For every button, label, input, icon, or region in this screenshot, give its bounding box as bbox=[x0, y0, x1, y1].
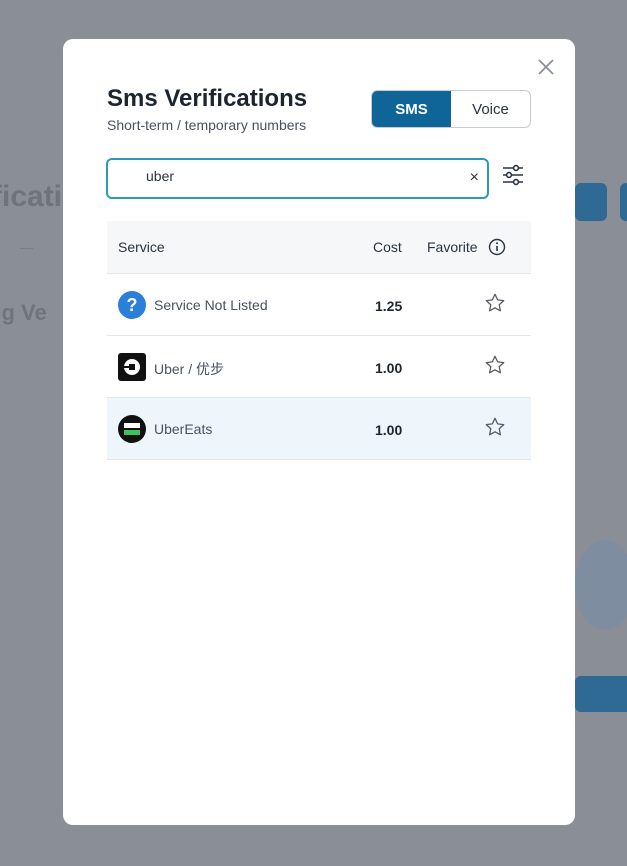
background-text: — bbox=[20, 240, 33, 255]
tab-voice[interactable]: Voice bbox=[451, 91, 530, 127]
tab-sms[interactable]: SMS bbox=[372, 91, 451, 127]
star-icon[interactable] bbox=[484, 416, 506, 438]
modal-subtitle: Short-term / temporary numbers bbox=[107, 117, 307, 133]
service-cost: 1.00 bbox=[375, 422, 403, 438]
info-icon[interactable] bbox=[488, 238, 506, 256]
column-header-favorite: Favorite bbox=[427, 239, 478, 255]
uber-logo-icon bbox=[118, 353, 146, 381]
services-table: Service Cost Favorite ? Service Not List… bbox=[107, 221, 531, 460]
filter-settings-icon[interactable] bbox=[501, 163, 525, 187]
star-icon[interactable] bbox=[484, 292, 506, 314]
background-button bbox=[575, 183, 607, 221]
close-icon[interactable] bbox=[535, 56, 557, 78]
column-header-service[interactable]: Service bbox=[118, 239, 165, 255]
modal-title: Sms Verifications bbox=[107, 85, 308, 112]
sms-voice-toggle: SMS Voice bbox=[371, 90, 531, 128]
clear-search-button[interactable]: × bbox=[470, 168, 479, 188]
search-box: × bbox=[106, 158, 489, 199]
table-row[interactable]: Uber / 优步 1.00 bbox=[107, 336, 531, 398]
table-row[interactable]: ? Service Not Listed 1.25 bbox=[107, 274, 531, 336]
background-subheading: ng Ve bbox=[0, 300, 47, 325]
background-button-2 bbox=[620, 183, 627, 221]
service-cost: 1.00 bbox=[375, 360, 403, 376]
service-name: UberEats bbox=[154, 421, 213, 437]
question-icon: ? bbox=[118, 291, 146, 319]
background-phone-graphic bbox=[575, 540, 627, 630]
service-name: Uber / 优步 bbox=[154, 361, 225, 377]
ubereats-logo-icon bbox=[118, 415, 146, 443]
table-header: Service Cost Favorite bbox=[107, 221, 531, 274]
star-icon[interactable] bbox=[484, 354, 506, 376]
svg-text:?: ? bbox=[127, 295, 138, 315]
background-action bbox=[575, 676, 627, 712]
sms-verifications-modal: Sms Verifications Short-term / temporary… bbox=[63, 39, 575, 825]
service-name: Service Not Listed bbox=[154, 297, 268, 313]
column-header-cost[interactable]: Cost bbox=[373, 239, 402, 255]
table-row[interactable]: UberEats 1.00 bbox=[107, 398, 531, 460]
service-cost: 1.25 bbox=[375, 298, 403, 314]
search-input[interactable] bbox=[146, 168, 446, 184]
